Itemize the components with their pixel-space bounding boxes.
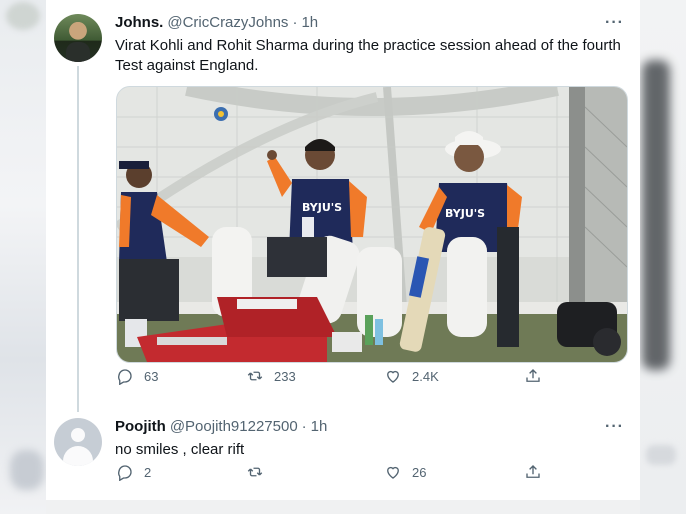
retweet-icon	[247, 371, 263, 381]
reply-count: 2	[144, 464, 152, 480]
tweet-photo[interactable]: BYJU'S BYJU'S	[116, 86, 628, 363]
separator-dot: ·	[301, 418, 307, 435]
like-icon	[387, 466, 399, 479]
share-icon	[526, 465, 540, 478]
reply-count: 63	[144, 368, 159, 384]
like-icon	[387, 370, 399, 383]
tweet-header: Johns. @CricCrazyJohns · 1h	[115, 14, 318, 31]
retweet-count: 233	[274, 368, 296, 384]
retweet-button[interactable]: 233	[246, 367, 296, 385]
reply-button[interactable]: 2	[116, 463, 151, 481]
more-icon[interactable]: ···	[605, 418, 624, 436]
tweet-header: Poojith @Poojith91227500 · 1h	[115, 418, 327, 435]
user-handle[interactable]: @CricCrazyJohns	[167, 14, 288, 31]
like-button[interactable]: 26	[384, 463, 426, 481]
blurred-background-bottom	[46, 500, 640, 514]
share-icon	[526, 369, 540, 382]
like-button[interactable]: 2.4K	[384, 367, 439, 385]
display-name[interactable]: Poojith	[115, 418, 166, 435]
avatar[interactable]	[54, 418, 102, 466]
tweet-thread: Johns. @CricCrazyJohns · 1h ··· Virat Ko…	[46, 0, 640, 500]
share-button[interactable]	[524, 367, 542, 385]
timestamp[interactable]: 1h	[301, 14, 318, 31]
default-avatar-head	[71, 428, 85, 442]
reply-icon	[118, 369, 132, 385]
retweet-icon	[247, 467, 263, 477]
jersey-sponsor-text: BYJU'S	[445, 207, 485, 220]
user-handle[interactable]: @Poojith91227500	[170, 418, 298, 435]
reply-icon	[118, 465, 132, 481]
background-blur-shape	[10, 450, 44, 490]
blurred-background-right	[640, 0, 686, 514]
like-count: 2.4K	[412, 368, 439, 384]
tweet-text: no smiles , clear rift	[115, 441, 245, 458]
tweet-poojith[interactable]: Poojith @Poojith91227500 · 1h ··· no smi…	[46, 410, 640, 500]
practice-session-photo: BYJU'S BYJU'S	[117, 87, 627, 362]
separator-dot: ·	[292, 14, 298, 31]
blurred-background-left	[0, 0, 46, 514]
tweet-text: Virat Kohli and Rohit Sharma during the …	[115, 37, 621, 74]
default-avatar-body	[63, 446, 93, 466]
display-name[interactable]: Johns.	[115, 14, 163, 31]
avatar[interactable]	[54, 14, 102, 62]
jersey-sponsor-text: BYJU'S	[302, 201, 342, 214]
background-blur-shape	[642, 60, 670, 370]
timestamp[interactable]: 1h	[311, 418, 328, 435]
share-button[interactable]	[524, 463, 542, 481]
like-count: 26	[412, 464, 427, 480]
avatar-figure	[66, 42, 90, 62]
reply-button[interactable]: 63	[116, 367, 158, 385]
background-blur-shape	[6, 2, 40, 30]
thread-connector-line	[77, 66, 79, 412]
more-icon[interactable]: ···	[605, 14, 624, 32]
retweet-button[interactable]	[246, 463, 274, 481]
tweet-johns[interactable]: Johns. @CricCrazyJohns · 1h ··· Virat Ko…	[46, 0, 640, 412]
background-blur-shape	[646, 445, 676, 465]
